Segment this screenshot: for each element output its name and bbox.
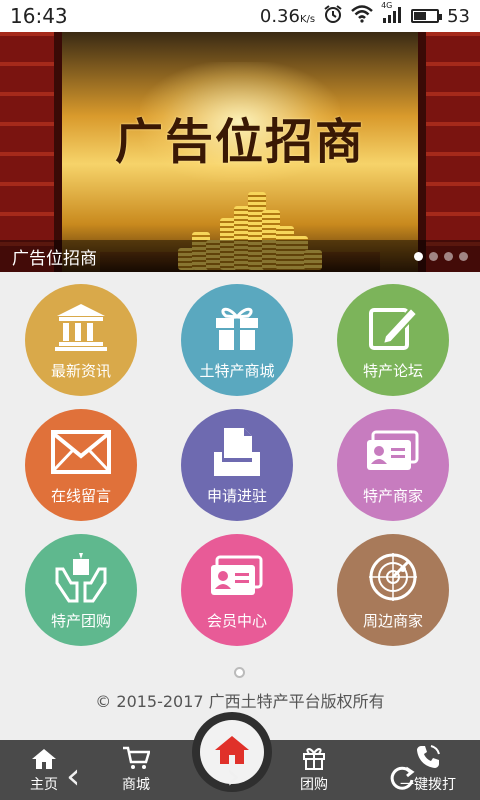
tile-label: 土特产商城 — [199, 361, 275, 380]
tile-label: 在线留言 — [50, 486, 111, 505]
radar-icon — [363, 550, 423, 604]
back-arrow-icon[interactable]: ‹ — [66, 756, 80, 797]
member-card-icon — [207, 550, 267, 604]
gift-icon — [302, 746, 326, 774]
nav-group-buy-label: 团购 — [300, 777, 328, 793]
battery-icon — [411, 9, 443, 23]
status-bar: 16:43 0.36K/s 4G 53 — [0, 0, 480, 32]
id-card-icon — [363, 425, 423, 479]
tile-label: 特产商家 — [362, 486, 423, 505]
gift-box-icon — [207, 300, 267, 354]
page-indicator-dot — [234, 667, 245, 678]
banner-dot[interactable] — [414, 251, 423, 261]
tile-label: 会员中心 — [206, 611, 267, 630]
banner-dot[interactable] — [444, 251, 453, 261]
tile-label: 申请进驻 — [206, 486, 267, 505]
tile-label: 周边商家 — [362, 611, 423, 630]
banner-caption: 广告位招商 — [12, 248, 97, 269]
banner-dot[interactable] — [459, 251, 468, 261]
tile-specialty-mall[interactable]: 土特产商城 — [181, 284, 293, 396]
forward-arrow-icon[interactable]: › — [226, 756, 240, 797]
envelope-icon — [51, 425, 111, 479]
alarm-clock-icon — [323, 4, 343, 29]
network-speed: 0.36K/s — [259, 5, 316, 27]
cell-signal-icon: 4G — [381, 1, 403, 28]
hands-box-icon — [51, 550, 111, 604]
nav-group-buy[interactable]: 团购 — [274, 746, 354, 798]
copyright-text: © 2015-2017 广西土特产平台版权所有 — [95, 692, 385, 711]
banner-caption-bar: 广告位招商 — [0, 240, 480, 272]
home-icon — [31, 748, 57, 774]
tile-member-center[interactable]: 会员中心 — [181, 534, 293, 646]
document-tray-icon — [207, 425, 267, 479]
cart-icon — [122, 746, 151, 774]
feature-grid: 最新资讯 土特产商城 特产论坛 在线留言 申请进驻 特产商家 特产团购 会员中心… — [0, 272, 480, 662]
battery-percent: 53 — [447, 5, 470, 27]
tile-label: 最新资讯 — [50, 361, 111, 380]
tile-label: 特产论坛 — [362, 361, 423, 380]
tile-group-buy[interactable]: 特产团购 — [25, 534, 137, 646]
banner-page-dots — [414, 251, 468, 261]
status-time: 16:43 — [10, 4, 68, 28]
banner-dot[interactable] — [429, 251, 438, 261]
tile-label: 特产团购 — [50, 611, 111, 630]
tile-latest-news[interactable]: 最新资讯 — [25, 284, 137, 396]
tile-specialty-forum[interactable]: 特产论坛 — [337, 284, 449, 396]
tile-specialty-merchants[interactable]: 特产商家 — [337, 409, 449, 521]
status-icons: 0.36K/s 4G 53 — [259, 1, 470, 29]
edit-pencil-icon — [363, 300, 423, 354]
nav-mall-label: 商城 — [122, 777, 150, 793]
signal-type: 4G — [381, 0, 393, 10]
banner-ad-title: 广告位招商 — [114, 114, 365, 170]
refresh-icon[interactable] — [388, 764, 416, 796]
nav-home-label: 主页 — [30, 777, 58, 793]
ad-banner[interactable]: 广告位招商 广告位招商 — [0, 32, 480, 272]
tile-apply-join[interactable]: 申请进驻 — [181, 409, 293, 521]
tile-online-message[interactable]: 在线留言 — [25, 409, 137, 521]
phone-icon — [415, 744, 441, 774]
wifi-icon — [351, 4, 373, 28]
bank-building-icon — [51, 300, 111, 354]
nav-mall[interactable]: 商城 — [96, 746, 176, 798]
tile-nearby-merchants[interactable]: 周边商家 — [337, 534, 449, 646]
